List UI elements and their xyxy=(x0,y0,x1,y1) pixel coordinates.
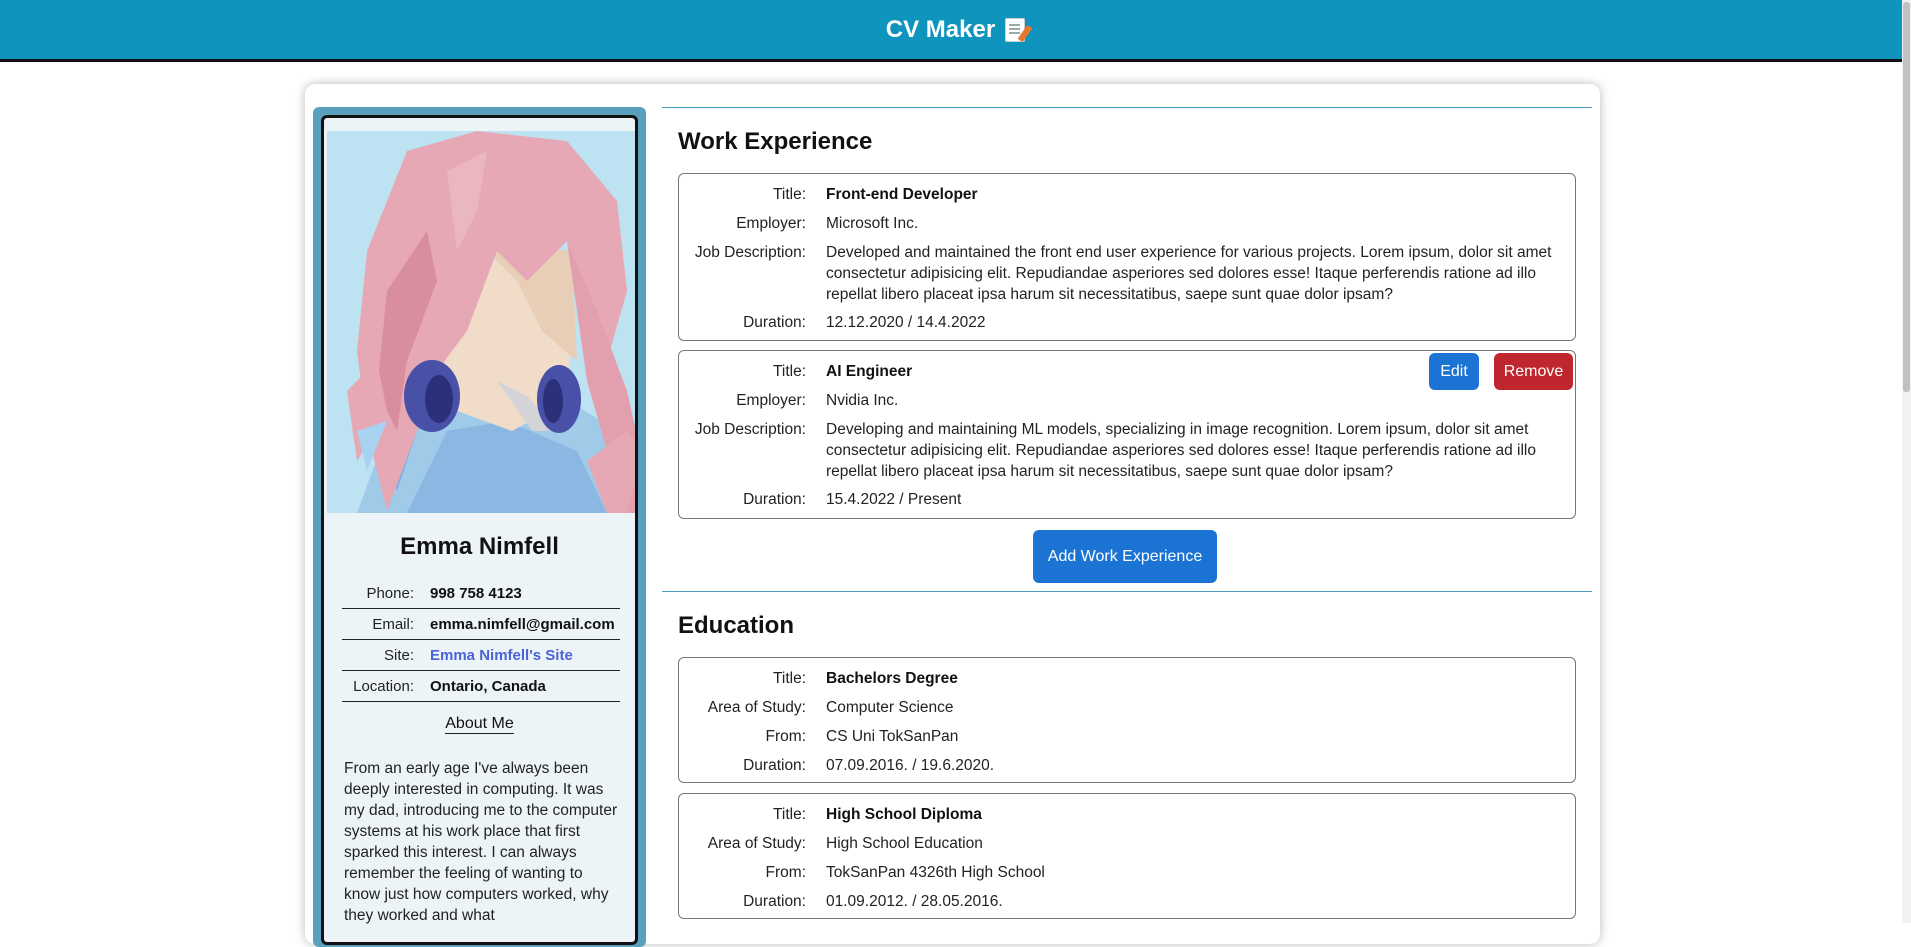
edu-from-label: From: xyxy=(765,728,806,745)
edu-area-label: Area of Study: xyxy=(707,699,806,716)
about-me-heading: About Me xyxy=(324,715,635,734)
work-duration-value: 12.12.2020 / 14.4.2022 xyxy=(826,314,986,331)
memo-pencil-icon xyxy=(1005,17,1033,42)
email-row: Email: emma.nimfell@gmail.com xyxy=(342,609,620,640)
work-employer-value: Nvidia Inc. xyxy=(826,392,899,409)
site-link[interactable]: Emma Nimfell's Site xyxy=(430,647,573,664)
avatar xyxy=(327,131,635,513)
edu-area-value: High School Education xyxy=(826,835,983,852)
edu-duration-value: 07.09.2016. / 19.6.2020. xyxy=(826,757,995,774)
work-employer-label: Employer: xyxy=(736,392,806,409)
email-label: Email: xyxy=(372,615,414,633)
work-description-value: Developed and maintained the front end u… xyxy=(826,244,1552,303)
page-scrollbar[interactable] xyxy=(1902,0,1911,923)
edu-area-label: Area of Study: xyxy=(707,835,806,852)
work-description-value: Developing and maintaining ML models, sp… xyxy=(826,421,1536,480)
location-value: Ontario, Canada xyxy=(430,677,546,695)
education-entry: Title: Bachelors Degree Area of Study: C… xyxy=(678,657,1576,783)
edu-from-label: From: xyxy=(765,864,806,881)
site-row: Site: Emma Nimfell's Site xyxy=(342,640,620,671)
work-entry: Title: Front-end Developer Employer: Mic… xyxy=(678,173,1576,341)
profile-panel: Emma Nimfell Phone: 998 758 4123 Email: … xyxy=(313,107,646,947)
edu-title-label: Title: xyxy=(772,806,806,823)
work-description-label: Job Description: xyxy=(694,421,806,438)
work-title-label: Title: xyxy=(772,363,806,380)
location-label: Location: xyxy=(353,677,414,695)
work-duration-label: Duration: xyxy=(743,314,806,331)
work-duration-value: 15.4.2022 / Present xyxy=(826,491,962,508)
edu-duration-label: Duration: xyxy=(743,893,806,910)
edu-duration-value: 01.09.2012. / 28.05.2016. xyxy=(826,893,1003,910)
work-title-value: Front-end Developer xyxy=(826,186,978,203)
location-row: Location: Ontario, Canada xyxy=(342,671,620,702)
work-description-label: Job Description: xyxy=(694,244,806,261)
about-me-label: About Me xyxy=(445,715,514,734)
work-section-divider xyxy=(662,107,1592,108)
work-entry: Title: AI Engineer Employer: Nvidia Inc.… xyxy=(678,350,1576,519)
edu-title-label: Title: xyxy=(772,670,806,687)
education-entry: Title: High School Diploma Area of Study… xyxy=(678,793,1576,919)
work-experience-heading: Work Experience xyxy=(678,128,873,155)
phone-value: 998 758 4123 xyxy=(430,584,522,602)
edu-from-value: TokSanPan 4326th High School xyxy=(826,864,1045,881)
education-section-divider xyxy=(662,591,1592,592)
work-employer-label: Employer: xyxy=(736,215,806,232)
remove-button[interactable]: Remove xyxy=(1494,353,1573,390)
edit-button[interactable]: Edit xyxy=(1429,353,1479,390)
app-title: CV Maker xyxy=(885,15,996,43)
edu-from-value: CS Uni TokSanPan xyxy=(826,728,959,745)
phone-label: Phone: xyxy=(366,584,414,602)
work-employer-value: Microsoft Inc. xyxy=(826,215,919,232)
edu-title-value: High School Diploma xyxy=(826,806,982,823)
add-work-experience-button[interactable]: Add Work Experience xyxy=(1033,530,1217,583)
scrollbar-thumb[interactable] xyxy=(1903,2,1910,392)
edu-title-value: Bachelors Degree xyxy=(826,670,958,687)
work-title-label: Title: xyxy=(772,186,806,203)
edu-area-value: Computer Science xyxy=(826,699,954,716)
person-name: Emma Nimfell xyxy=(400,533,559,560)
work-duration-label: Duration: xyxy=(743,491,806,508)
site-label: Site: xyxy=(383,646,414,664)
contact-table: Phone: 998 758 4123 Email: emma.nimfell@… xyxy=(342,578,620,702)
app-header: CV Maker xyxy=(0,0,1911,62)
email-value: emma.nimfell@gmail.com xyxy=(430,615,615,633)
phone-row: Phone: 998 758 4123 xyxy=(342,578,620,609)
education-heading: Education xyxy=(678,612,795,639)
about-me-text: From an early age I've always been deepl… xyxy=(344,760,618,924)
edu-duration-label: Duration: xyxy=(743,757,806,774)
profile-card: Emma Nimfell Phone: 998 758 4123 Email: … xyxy=(321,115,638,945)
